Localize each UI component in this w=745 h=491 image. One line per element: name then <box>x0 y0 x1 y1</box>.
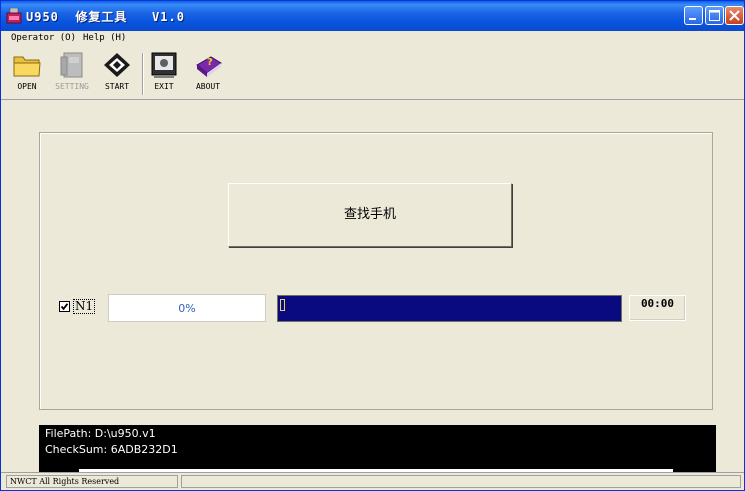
window-title: U950 修复工具 V1.0 <box>26 10 185 24</box>
start-label: START <box>104 82 130 91</box>
close-button[interactable] <box>725 6 744 25</box>
setting-label: SETTING <box>55 82 89 91</box>
settings-icon <box>60 52 83 78</box>
menu-bar: Operator (O) Help (H) <box>1 31 744 47</box>
exit-button[interactable]: EXIT <box>149 51 179 97</box>
svg-text:?: ? <box>207 57 213 68</box>
about-button[interactable]: ? ABOUT <box>191 51 225 97</box>
status-bar: NWCT All Rights Reserved <box>1 472 744 490</box>
progress-bar <box>277 295 622 322</box>
device-panel <box>39 132 713 410</box>
open-label: OPEN <box>17 82 37 91</box>
status-pane-empty <box>181 475 741 488</box>
status-copyright: NWCT All Rights Reserved <box>6 475 178 488</box>
progress-track <box>278 296 621 321</box>
folder-icon <box>13 56 41 77</box>
close-icon <box>729 10 740 21</box>
open-button[interactable]: OPEN <box>11 51 43 97</box>
app-icon <box>6 8 22 24</box>
search-phone-button[interactable]: 查找手机 <box>228 183 512 247</box>
menu-operator[interactable]: Operator (O) <box>11 33 76 43</box>
help-book-icon: ? <box>196 56 222 77</box>
device-checkbox[interactable] <box>59 301 70 312</box>
menu-help[interactable]: Help (H) <box>83 33 126 43</box>
title-bar[interactable]: U950 修复工具 V1.0 <box>1 1 744 31</box>
progress-percent: 0% <box>108 294 266 322</box>
log-console: FilePath: D:\u950.v1 CheckSum: 6ADB232D1 <box>39 425 716 473</box>
setting-button[interactable]: SETTING <box>51 51 93 97</box>
about-label: ABOUT <box>195 82 221 91</box>
start-icon <box>104 53 130 77</box>
elapsed-timer: 00:00 <box>629 295 686 321</box>
exit-label: EXIT <box>154 82 174 91</box>
console-checksum: CheckSum: 6ADB232D1 <box>45 443 178 456</box>
exit-icon <box>151 52 177 78</box>
maximize-button[interactable] <box>705 6 724 25</box>
minimize-button[interactable] <box>684 6 703 25</box>
minimize-icon <box>689 18 696 20</box>
device-label[interactable]: N1 <box>73 299 96 314</box>
toolbar-separator <box>142 53 144 95</box>
start-button[interactable]: START <box>100 51 134 97</box>
toolbar: OPEN SETTING START EXIT ? ABOUT <box>1 47 744 100</box>
progress-marker <box>280 299 285 311</box>
app-window: U950 修复工具 V1.0 Operator (O) Help (H) OPE… <box>0 0 745 491</box>
console-filepath: FilePath: D:\u950.v1 <box>45 427 156 440</box>
checkmark-icon <box>60 303 69 311</box>
maximize-icon <box>709 10 720 21</box>
